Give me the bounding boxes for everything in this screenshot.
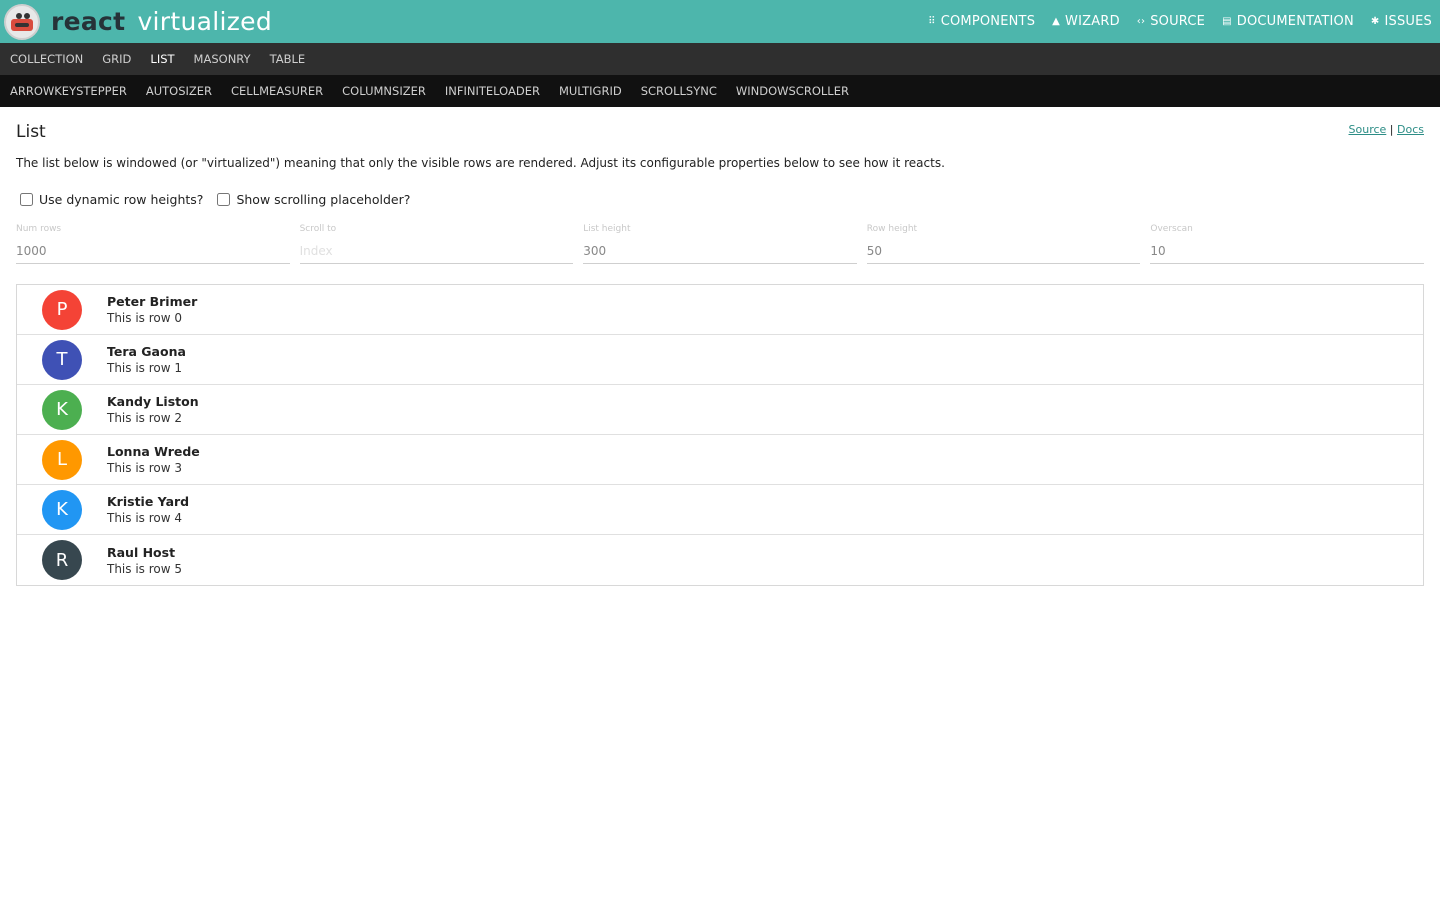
- dynamic-heights-label: Use dynamic row heights?: [39, 192, 204, 207]
- list-item[interactable]: R Raul Host This is row 5: [17, 535, 1423, 585]
- num-rows-field: Num rows: [16, 224, 290, 264]
- brand-primary: react: [51, 7, 126, 36]
- dynamic-heights-checkbox[interactable]: [20, 193, 33, 206]
- placeholder-label: Show scrolling placeholder?: [236, 192, 411, 207]
- num-rows-label: Num rows: [16, 224, 62, 234]
- book-icon: ▤: [1222, 16, 1232, 27]
- tab-collection[interactable]: COLLECTION: [10, 52, 83, 66]
- list-item[interactable]: T Tera Gaona This is row 1: [17, 335, 1423, 385]
- hocs-nav: ARROWKEYSTEPPER AUTOSIZER CELLMEASURER C…: [0, 75, 1440, 107]
- avatar: K: [42, 389, 82, 430]
- brand-title: react virtualized: [51, 7, 272, 36]
- list-item[interactable]: K Kandy Liston This is row 2: [17, 385, 1423, 435]
- overscan-field: Overscan: [1150, 224, 1424, 264]
- list-item[interactable]: P Peter Brimer This is row 0: [17, 285, 1423, 335]
- dynamic-heights-option[interactable]: Use dynamic row heights?: [16, 192, 203, 207]
- virtual-list[interactable]: P Peter Brimer This is row 0 T Tera Gaon…: [16, 284, 1424, 586]
- row-text: This is row 3: [107, 461, 183, 475]
- tab-infiniteloader[interactable]: INFINITELOADER: [445, 84, 540, 98]
- row-text: This is row 5: [107, 561, 183, 576]
- components-nav: COLLECTION GRID LIST MASONRY TABLE: [0, 43, 1440, 75]
- nav-source-label: SOURCE: [1150, 14, 1206, 29]
- row-text: This is row 2: [107, 411, 183, 425]
- tab-multigrid[interactable]: MULTIGRID: [559, 84, 622, 98]
- nav-wizard[interactable]: ▲ WIZARD: [1052, 14, 1120, 29]
- placeholder-checkbox[interactable]: [217, 193, 231, 206]
- nav-issues-label: ISSUES: [1384, 14, 1432, 29]
- bug-icon: ✱: [1370, 16, 1380, 27]
- row-name: Tera Gaona: [107, 344, 186, 359]
- config-fields: Num rows Scroll to List height Row heigh…: [16, 224, 1424, 264]
- list-height-input[interactable]: [583, 236, 857, 264]
- tab-grid[interactable]: GRID: [102, 52, 131, 66]
- avatar: K: [42, 489, 82, 530]
- tab-windowscroller[interactable]: WINDOWSCROLLER: [736, 84, 849, 98]
- row-name: Kandy Liston: [107, 394, 199, 409]
- page-title: List: [16, 122, 46, 142]
- row-name: Raul Host: [107, 544, 176, 560]
- row-height-field: Row height: [866, 224, 1141, 264]
- row-name: Kristie Yard: [107, 494, 190, 509]
- overscan-input[interactable]: [1150, 236, 1424, 264]
- row-name: Peter Brimer: [107, 294, 198, 309]
- row-height-input[interactable]: [866, 236, 1141, 264]
- nav-wizard-label: WIZARD: [1065, 14, 1120, 29]
- avatar: R: [42, 540, 82, 580]
- tab-masonry[interactable]: MASONRY: [194, 52, 251, 66]
- avatar: T: [42, 339, 82, 380]
- brand-secondary: virtualized: [137, 7, 272, 36]
- source-docs-links: Source | Docs: [1349, 123, 1424, 136]
- grid-icon: ⠿: [928, 16, 936, 27]
- nav-documentation[interactable]: ▤ DOCUMENTATION: [1222, 14, 1354, 29]
- tab-cellmeasurer[interactable]: CELLMEASURER: [231, 84, 323, 98]
- nav-issues[interactable]: ✱ ISSUES: [1371, 14, 1432, 29]
- tab-list[interactable]: LIST: [150, 52, 174, 66]
- source-link[interactable]: Source: [1349, 123, 1387, 136]
- row-height-label: Row height: [866, 224, 918, 234]
- brand[interactable]: react virtualized: [4, 3, 272, 40]
- placeholder-option[interactable]: Show scrolling placeholder?: [213, 192, 410, 207]
- row-name: Lonna Wrede: [107, 444, 200, 459]
- nav-components[interactable]: ⠿ COMPONENTS: [928, 14, 1035, 29]
- overscan-label: Overscan: [1150, 224, 1193, 234]
- num-rows-input[interactable]: [16, 236, 290, 264]
- tab-table[interactable]: TABLE: [270, 52, 306, 66]
- avatar: L: [42, 439, 82, 480]
- list-height-label: List height: [583, 224, 631, 234]
- tab-columnsizer[interactable]: COLUMNSIZER: [342, 84, 426, 98]
- main-content: List Source | Docs The list below is win…: [0, 107, 1440, 586]
- scroll-to-field: Scroll to: [299, 224, 574, 264]
- tab-scrollsync[interactable]: SCROLLSYNC: [641, 84, 717, 98]
- list-item[interactable]: L Lonna Wrede This is row 3: [17, 435, 1423, 485]
- app-header: react virtualized ⠿ COMPONENTS ▲ WIZARD ‹…: [0, 0, 1440, 43]
- nav-documentation-label: DOCUMENTATION: [1236, 14, 1354, 29]
- logo-icon: [4, 3, 40, 40]
- nav-source[interactable]: ‹› SOURCE: [1137, 14, 1205, 29]
- row-text: This is row 1: [107, 361, 183, 375]
- list-item[interactable]: K Kristie Yard This is row 4: [17, 485, 1423, 535]
- tab-arrowkeystepper[interactable]: ARROWKEYSTEPPER: [10, 84, 127, 98]
- nav-components-label: COMPONENTS: [940, 14, 1036, 29]
- link-separator: |: [1389, 123, 1394, 136]
- list-height-field: List height: [583, 224, 857, 264]
- wand-icon: ▲: [1052, 16, 1061, 27]
- scroll-to-label: Scroll to: [299, 224, 337, 234]
- tab-autosizer[interactable]: AUTOSIZER: [146, 84, 212, 98]
- top-nav: ⠿ COMPONENTS ▲ WIZARD ‹› SOURCE ▤ DOCUME…: [911, 14, 1432, 29]
- code-icon: ‹›: [1136, 16, 1146, 27]
- scroll-to-input[interactable]: [299, 236, 574, 264]
- row-text: This is row 0: [107, 311, 183, 325]
- page-description: The list below is windowed (or "virtuali…: [16, 156, 945, 170]
- avatar: P: [42, 289, 82, 330]
- docs-link[interactable]: Docs: [1397, 123, 1424, 136]
- row-text: This is row 4: [107, 511, 183, 525]
- options-row: Use dynamic row heights? Show scrolling …: [16, 192, 1424, 207]
